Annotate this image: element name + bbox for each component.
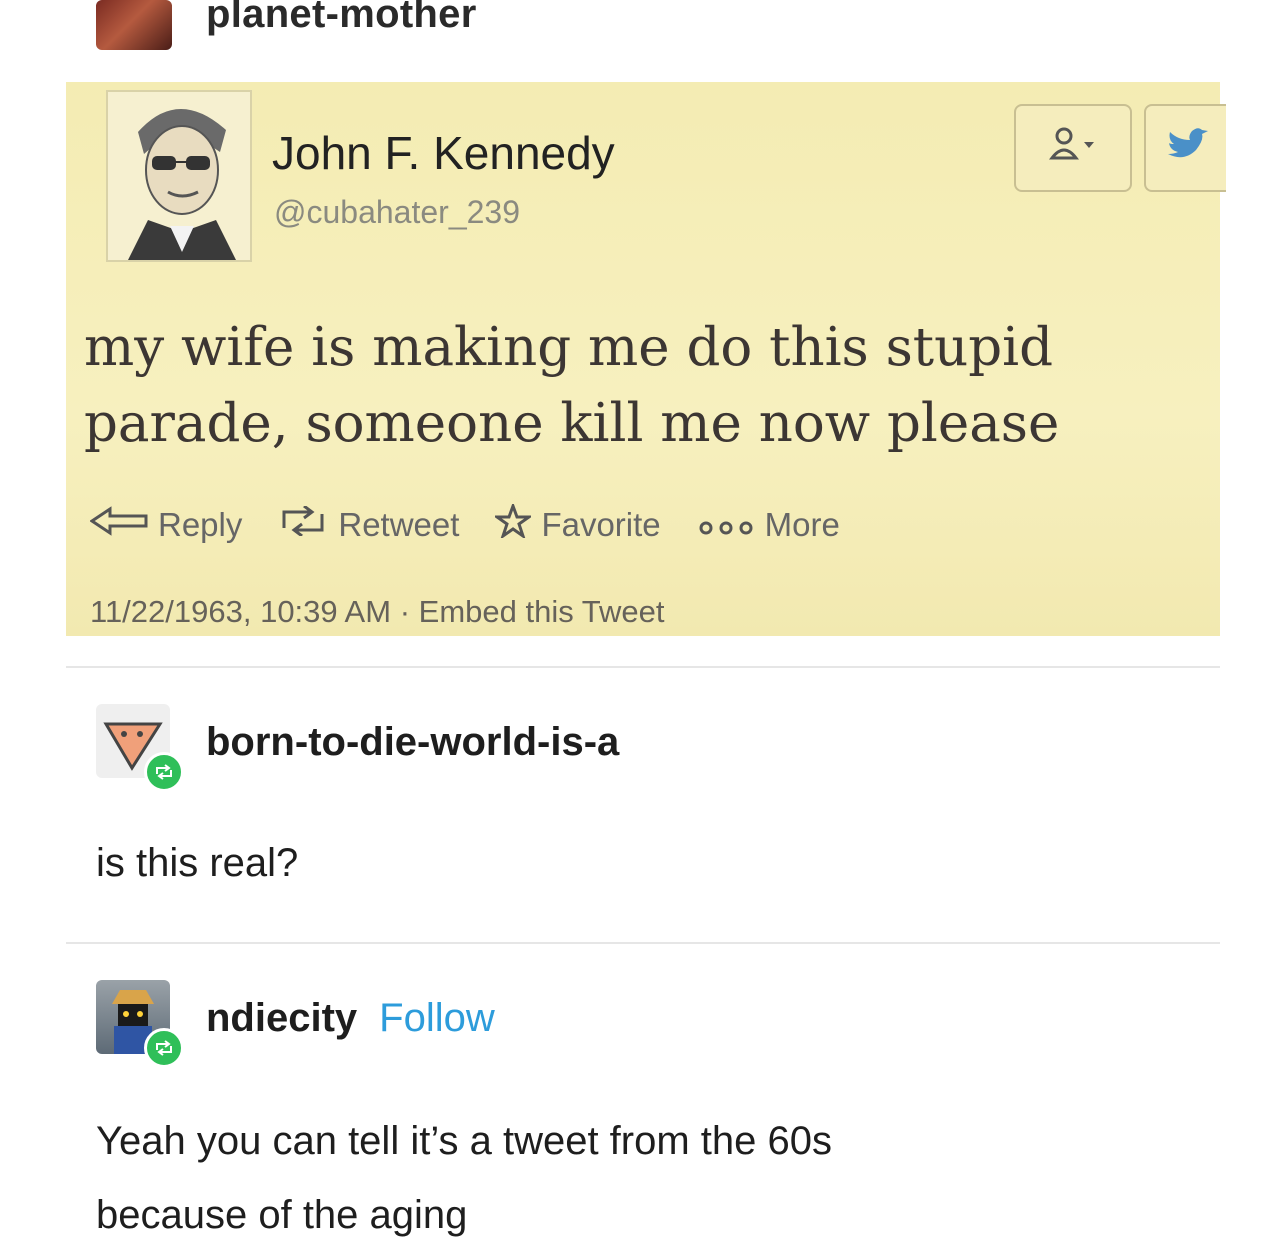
reply-label: Reply [158,506,243,543]
more-dots-icon [697,506,765,544]
reblog-username[interactable]: ndiecity [206,996,357,1041]
more-action[interactable]: More [697,506,840,544]
tweet-timestamp[interactable]: 11/22/1963, 10:39 AM [90,594,391,629]
tweet-meta: 11/22/1963, 10:39 AM · Embed this Tweet [90,594,664,630]
star-icon [492,501,541,546]
reblog-avatar-wrap[interactable] [96,704,184,792]
op-avatar[interactable] [96,0,172,50]
tweet-text-line: my wife is making me do this stupid [84,317,1054,378]
reblog-badge-icon [144,752,184,792]
op-username[interactable]: planet-mother [206,0,477,37]
reblog-text-line: because of the aging [96,1193,468,1237]
tweet-text-line: parade, someone kill me now please [84,393,1060,454]
reblog-badge-icon [144,1028,184,1068]
retweet-icon [278,504,338,544]
post-divider [66,666,1220,668]
tweet-text: my wife is making me do this stupid para… [84,310,1204,462]
embed-link[interactable]: Embed this Tweet [419,594,665,629]
more-label: More [764,506,840,543]
follow-button[interactable]: Follow [379,996,495,1041]
user-icon [1048,126,1098,171]
twitter-button[interactable] [1144,104,1226,192]
reblog-header: ndiecity Follow [206,996,495,1041]
reblog-username[interactable]: born-to-die-world-is-a [206,720,619,765]
tweet-avatar [106,90,252,262]
favorite-action[interactable]: Favorite [492,501,661,546]
reblog-text: is this real? [96,841,299,885]
retweet-label: Retweet [338,506,460,543]
reblog-text-line: Yeah you can tell it’s a tweet from the … [96,1119,832,1163]
reblog-text: Yeah you can tell it’s a tweet from the … [96,1104,832,1252]
tweet-card: John F. Kennedy @cubahater_239 my wife i… [66,82,1226,636]
twitter-bird-icon [1164,127,1208,169]
reply-action[interactable]: Reply [89,506,243,544]
post-divider [66,942,1220,944]
tweet-handle[interactable]: @cubahater_239 [274,194,520,231]
meta-separator: · [399,594,411,629]
tweet-display-name[interactable]: John F. Kennedy [272,126,615,180]
favorite-label: Favorite [541,506,661,543]
follow-user-button[interactable] [1014,104,1132,192]
tweet-actions: Reply Retweet Favorite More [89,501,876,546]
reply-icon [89,506,158,544]
reblog-avatar-wrap[interactable] [96,980,184,1068]
retweet-action[interactable]: Retweet [278,504,460,544]
